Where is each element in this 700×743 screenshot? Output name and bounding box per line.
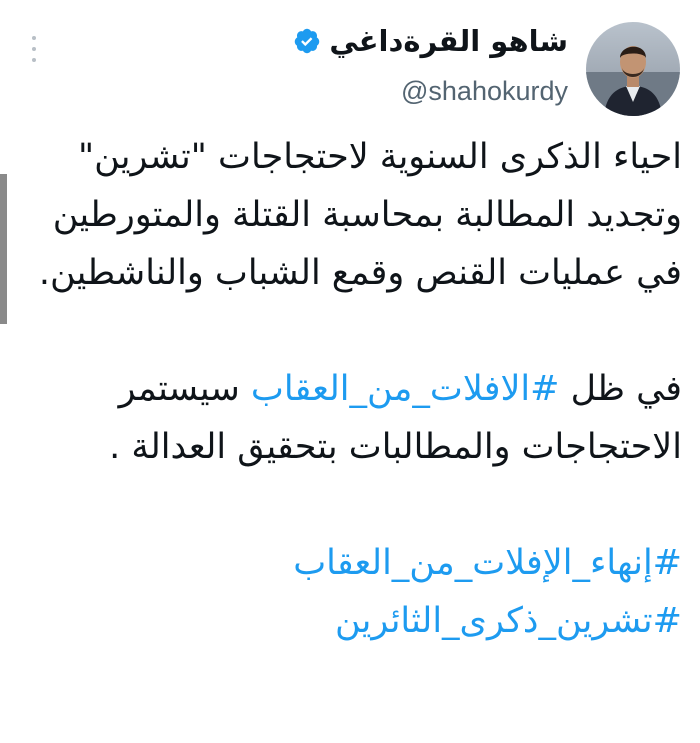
hashtag-link[interactable]: #الافلات_من_العقاب <box>251 369 560 409</box>
hashtag-link[interactable]: #تشرين_ذكرى_الثائرين <box>335 601 682 641</box>
tweet-text: احياء الذكرى السنوية لاحتجاجات "تشرين" و… <box>28 128 682 650</box>
hashtag-line-1: #إنهاء_الإفلات_من_العقاب <box>28 534 682 592</box>
dot <box>32 58 36 62</box>
left-edge-bar <box>0 174 7 324</box>
verified-badge-icon <box>295 29 320 54</box>
dot <box>32 36 36 40</box>
paragraph-2-prefix: في ظل <box>559 369 682 409</box>
more-options-icon[interactable] <box>24 36 44 62</box>
dot <box>32 47 36 51</box>
avatar[interactable] <box>586 22 680 116</box>
hashtag-link[interactable]: #إنهاء_الإفلات_من_العقاب <box>293 543 682 583</box>
tweet-paragraph-1: احياء الذكرى السنوية لاحتجاجات "تشرين" و… <box>38 137 682 293</box>
profile-photo-icon <box>586 22 680 116</box>
author-name-row: شاهو القرةداغي <box>293 24 568 59</box>
author-handle[interactable]: @shahokurdy <box>401 76 568 107</box>
author-display-name[interactable]: شاهو القرةداغي <box>329 24 568 59</box>
tweet-paragraph-2: في ظل #الافلات_من_العقاب سيستمر الاحتجاج… <box>28 360 682 476</box>
hashtag-line-2: #تشرين_ذكرى_الثائرين <box>28 592 682 650</box>
